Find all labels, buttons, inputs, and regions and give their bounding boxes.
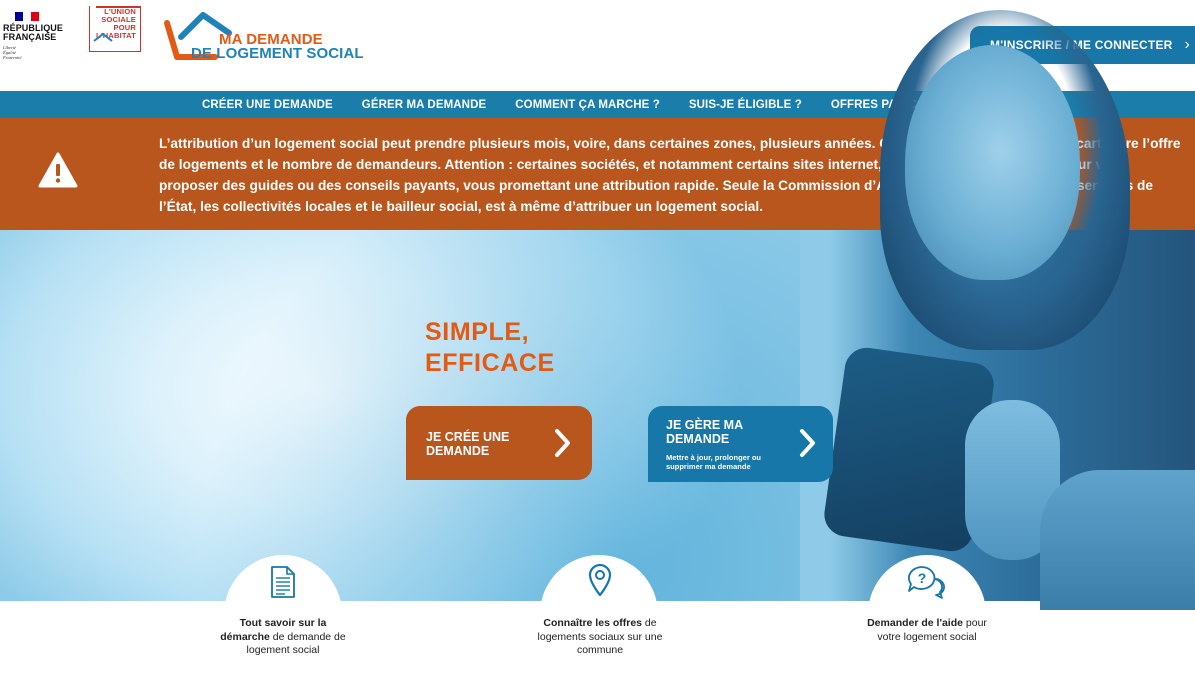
- republique-francaise-logo[interactable]: RÉPUBLIQUE FRANÇAISE Liberté Égalité Fra…: [3, 12, 73, 60]
- feature-2-rest3: commune: [576, 644, 624, 656]
- hero-photo-shoulder: [1040, 470, 1195, 610]
- svg-text:?: ?: [918, 570, 927, 586]
- create-request-label-2: DEMANDE: [426, 444, 490, 458]
- nav-eligibility[interactable]: SUIS-JE ÉLIGIBLE ?: [689, 99, 802, 111]
- feature-3-bold1: Demander de l'aide: [867, 617, 963, 629]
- nav-how-it-works[interactable]: COMMENT ÇA MARCHE ?: [515, 99, 660, 111]
- hero-title-line1: SIMPLE,: [425, 318, 530, 346]
- hero-title: SIMPLE, EFFICACE: [425, 317, 555, 379]
- chevron-right-icon: [800, 429, 815, 457]
- house-roof-icon: [93, 32, 113, 42]
- manage-request-label-1: JE GÈRE MA: [666, 418, 744, 432]
- manage-request-label-2: DEMANDE: [666, 432, 730, 446]
- nav-create-request[interactable]: CRÉER UNE DEMANDE: [202, 99, 333, 111]
- feature-1-rest2: de demande de: [269, 630, 346, 643]
- site-logo[interactable]: MA DEMANDE DE LOGEMENT SOCIAL: [163, 11, 378, 62]
- union-sociale-habitat-logo[interactable]: L'UNION SOCIALE POUR L'HABITAT: [89, 6, 141, 52]
- feature-2-bold1: Connaître les offres: [543, 617, 642, 629]
- french-flag-icon: [15, 12, 39, 21]
- manage-request-sub-2: supprimer ma demande: [666, 462, 751, 471]
- feature-text-3[interactable]: Demander de l'aide pour votre logement s…: [837, 617, 1017, 644]
- create-request-button[interactable]: JE CRÉE UNE DEMANDE: [406, 406, 592, 480]
- feature-1-rest3: logement social: [246, 644, 320, 656]
- manage-request-sub-1: Mettre à jour, prolonger ou: [666, 453, 762, 462]
- feature-3-rest2: votre logement social: [877, 630, 977, 643]
- rf-motto-3: Fraternité: [3, 55, 22, 60]
- manage-request-button[interactable]: JE GÈRE MA DEMANDE Mettre à jour, prolon…: [648, 406, 833, 482]
- hero-title-line2: EFFICACE: [425, 349, 555, 377]
- location-pin-icon[interactable]: [587, 563, 613, 597]
- hero-photo-face: [905, 45, 1080, 280]
- feature-2-rest1: de: [642, 617, 657, 629]
- nav-manage-request[interactable]: GÉRER MA DEMANDE: [362, 99, 486, 111]
- feature-1-bold2: démarche: [220, 630, 270, 643]
- feature-2-rest2: logements sociaux sur une: [537, 630, 663, 643]
- rf-line2: FRANÇAISE: [3, 32, 57, 42]
- document-icon[interactable]: [270, 565, 296, 599]
- feature-text-2[interactable]: Connaître les offres de logements sociau…: [510, 617, 690, 658]
- chevron-right-icon: ›: [1184, 36, 1191, 53]
- create-request-label-1: JE CRÉE UNE: [426, 430, 510, 444]
- feature-3-rest1: pour: [962, 617, 987, 629]
- feature-1-bold1: Tout savoir sur la: [239, 617, 327, 629]
- site-logo-line2: DE LOGEMENT SOCIAL: [191, 45, 364, 62]
- chevron-right-icon: [555, 429, 570, 457]
- warning-icon: [38, 152, 78, 188]
- help-chat-icon[interactable]: ?: [906, 565, 946, 599]
- feature-text-1[interactable]: Tout savoir sur la démarche de demande d…: [193, 617, 373, 658]
